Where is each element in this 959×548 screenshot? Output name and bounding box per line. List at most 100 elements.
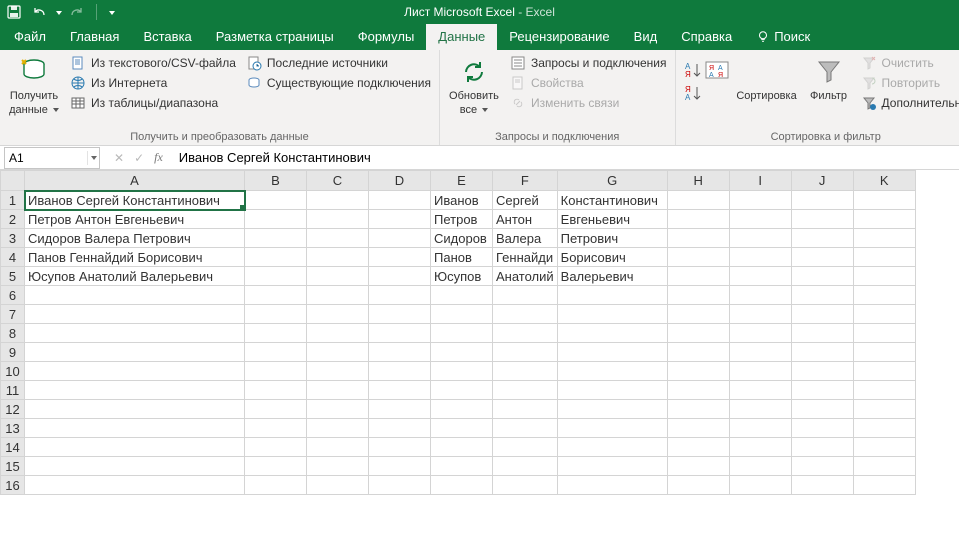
- cell[interactable]: [369, 267, 431, 286]
- cell[interactable]: [369, 324, 431, 343]
- cell[interactable]: Иванов Сергей Константинович: [25, 191, 245, 210]
- cell[interactable]: [729, 305, 791, 324]
- cell[interactable]: [729, 324, 791, 343]
- cell[interactable]: [245, 400, 307, 419]
- cell[interactable]: [307, 362, 369, 381]
- cell[interactable]: [791, 191, 853, 210]
- cell[interactable]: [667, 267, 729, 286]
- cell[interactable]: [25, 362, 245, 381]
- column-header[interactable]: I: [729, 171, 791, 191]
- cell[interactable]: [853, 400, 915, 419]
- cell[interactable]: [667, 324, 729, 343]
- tab-page-layout[interactable]: Разметка страницы: [204, 24, 346, 50]
- cell[interactable]: [431, 324, 493, 343]
- cell[interactable]: Петров Антон Евгеньевич: [25, 210, 245, 229]
- cell[interactable]: [853, 324, 915, 343]
- column-header[interactable]: C: [307, 171, 369, 191]
- cell[interactable]: Сергей: [493, 191, 558, 210]
- cell[interactable]: [25, 457, 245, 476]
- row-header[interactable]: 11: [1, 381, 25, 400]
- cell[interactable]: [245, 324, 307, 343]
- cell[interactable]: [667, 191, 729, 210]
- cell[interactable]: [493, 381, 558, 400]
- cell[interactable]: [493, 400, 558, 419]
- cell[interactable]: [431, 438, 493, 457]
- cell[interactable]: Панов: [431, 248, 493, 267]
- cell[interactable]: [431, 457, 493, 476]
- cell[interactable]: [307, 419, 369, 438]
- cell[interactable]: [493, 438, 558, 457]
- cell[interactable]: [729, 191, 791, 210]
- cell[interactable]: [307, 400, 369, 419]
- cell[interactable]: [667, 438, 729, 457]
- row-header[interactable]: 15: [1, 457, 25, 476]
- cell[interactable]: [791, 286, 853, 305]
- cell[interactable]: [667, 476, 729, 495]
- row-header[interactable]: 7: [1, 305, 25, 324]
- cell[interactable]: [307, 476, 369, 495]
- row-header[interactable]: 5: [1, 267, 25, 286]
- tab-search[interactable]: Поиск: [744, 24, 822, 50]
- cell[interactable]: [667, 343, 729, 362]
- from-text-csv-button[interactable]: Из текстового/CSV-файла: [68, 54, 238, 72]
- column-header[interactable]: H: [667, 171, 729, 191]
- from-table-button[interactable]: Из таблицы/диапазона: [68, 94, 238, 112]
- cell[interactable]: Юсупов Анатолий Валерьевич: [25, 267, 245, 286]
- tab-home[interactable]: Главная: [58, 24, 131, 50]
- cell[interactable]: [791, 210, 853, 229]
- cell[interactable]: [667, 457, 729, 476]
- cell[interactable]: Сидоров: [431, 229, 493, 248]
- cell[interactable]: [853, 248, 915, 267]
- cell[interactable]: [369, 476, 431, 495]
- name-box[interactable]: [4, 147, 100, 169]
- cell[interactable]: [493, 476, 558, 495]
- column-header[interactable]: B: [245, 171, 307, 191]
- cell[interactable]: [369, 343, 431, 362]
- existing-connections-button[interactable]: Существующие подключения: [244, 74, 433, 92]
- cell[interactable]: [853, 267, 915, 286]
- cell[interactable]: [729, 362, 791, 381]
- cell[interactable]: [369, 286, 431, 305]
- cell[interactable]: [369, 362, 431, 381]
- sort-desc-button[interactable]: ЯА: [682, 83, 729, 103]
- cell[interactable]: [245, 419, 307, 438]
- cell[interactable]: [557, 419, 667, 438]
- cell[interactable]: [307, 191, 369, 210]
- cell[interactable]: [667, 400, 729, 419]
- cell[interactable]: [245, 305, 307, 324]
- cell[interactable]: [245, 438, 307, 457]
- cell[interactable]: [307, 210, 369, 229]
- cell[interactable]: [431, 400, 493, 419]
- cell[interactable]: [729, 210, 791, 229]
- cell[interactable]: Валера: [493, 229, 558, 248]
- select-all-corner[interactable]: [1, 171, 25, 191]
- column-header[interactable]: E: [431, 171, 493, 191]
- cell[interactable]: [307, 324, 369, 343]
- cell[interactable]: [245, 381, 307, 400]
- row-header[interactable]: 14: [1, 438, 25, 457]
- row-header[interactable]: 1: [1, 191, 25, 210]
- recent-sources-button[interactable]: Последние источники: [244, 54, 433, 72]
- cell[interactable]: [853, 419, 915, 438]
- cell[interactable]: [729, 381, 791, 400]
- cell[interactable]: [25, 324, 245, 343]
- cell[interactable]: Иванов: [431, 191, 493, 210]
- cell[interactable]: Антон: [493, 210, 558, 229]
- cell[interactable]: [853, 457, 915, 476]
- column-header[interactable]: G: [557, 171, 667, 191]
- cell[interactable]: [369, 457, 431, 476]
- cell[interactable]: [369, 248, 431, 267]
- cell[interactable]: [557, 400, 667, 419]
- cell[interactable]: [729, 457, 791, 476]
- cell[interactable]: [245, 286, 307, 305]
- cell[interactable]: [369, 381, 431, 400]
- cell[interactable]: [667, 229, 729, 248]
- cell[interactable]: [307, 457, 369, 476]
- cell[interactable]: [729, 400, 791, 419]
- cell[interactable]: [307, 343, 369, 362]
- cell[interactable]: [791, 457, 853, 476]
- cell[interactable]: [493, 362, 558, 381]
- cell[interactable]: [853, 191, 915, 210]
- cell[interactable]: [557, 476, 667, 495]
- cell[interactable]: [431, 362, 493, 381]
